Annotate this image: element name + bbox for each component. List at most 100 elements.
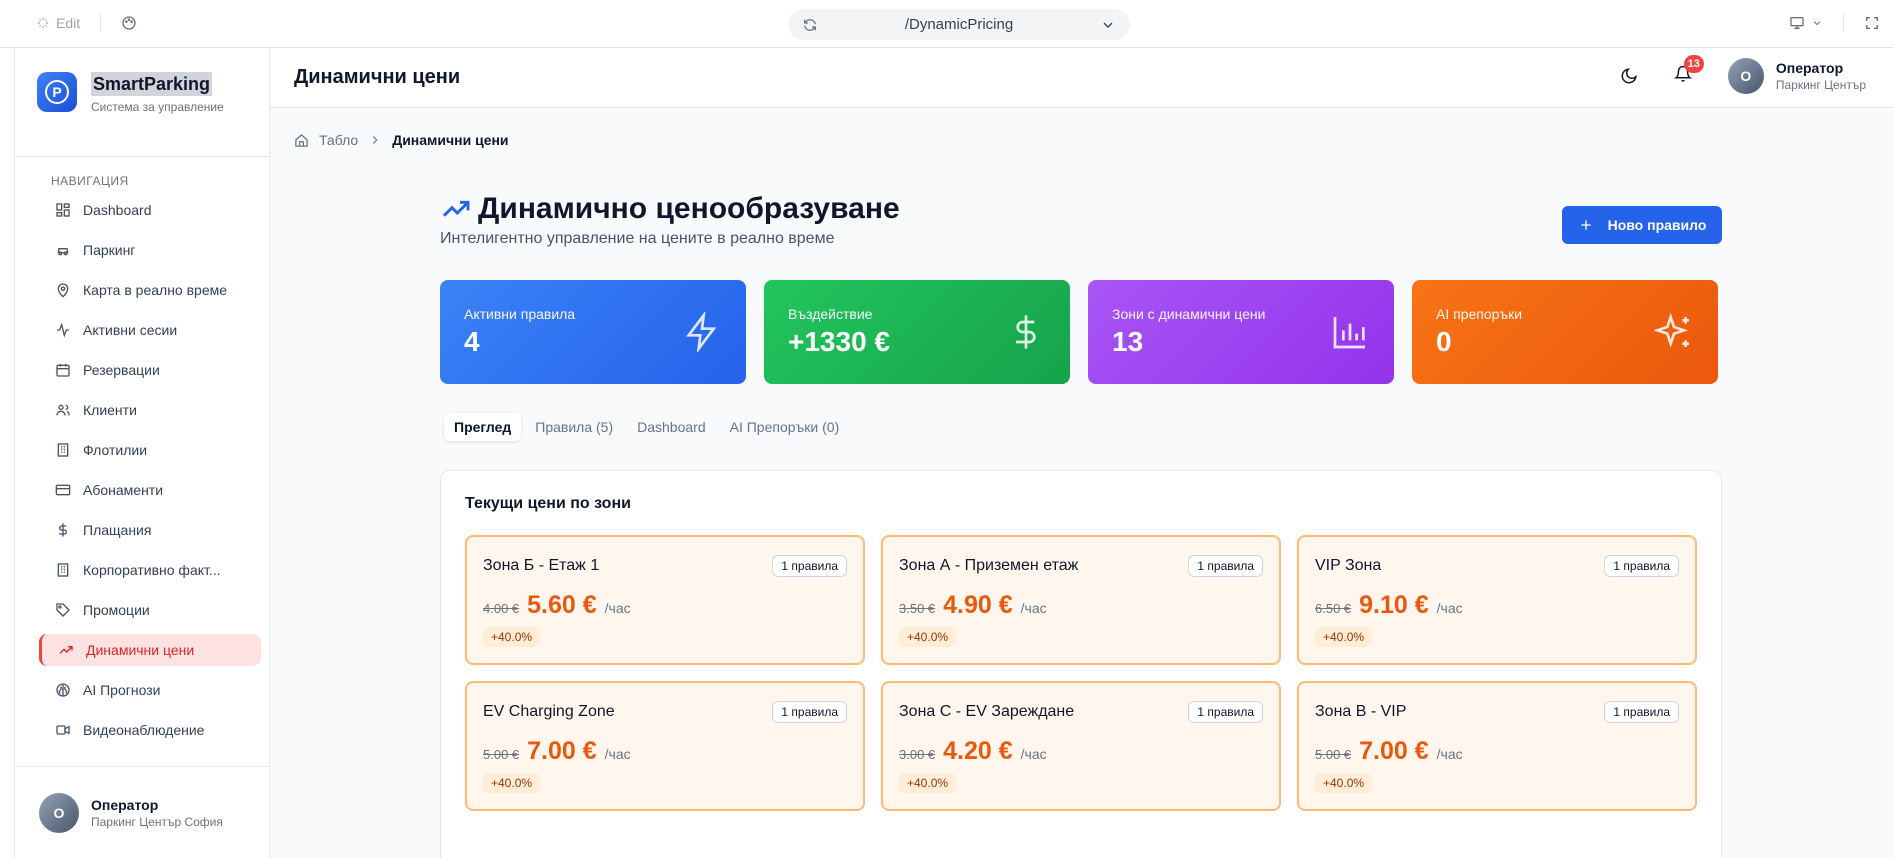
- stats-row: Активни правила 4 Въздействие +1330 € Зо…: [440, 280, 1718, 384]
- sidebar-item-label: Корпоративно факт...: [83, 562, 221, 578]
- header-user-text: Оператор Паркинг Център: [1776, 60, 1866, 92]
- trending-up-icon: [442, 200, 470, 217]
- sidebar-user-text: Оператор Паркинг Център София: [91, 797, 223, 829]
- header-actions: 13 О Оператор Паркинг Център: [1620, 54, 1866, 94]
- toolbar-right: [1789, 14, 1880, 32]
- brand[interactable]: P SmartParking Система за управление: [37, 72, 224, 114]
- zone-card[interactable]: Зона В - VIP 1 правила 5.00 € 7.00 € /ча…: [1297, 681, 1697, 811]
- zone-grid: Зона Б - Етаж 1 1 правила 4.00 € 5.60 € …: [465, 535, 1697, 811]
- old-price: 4.00 €: [483, 601, 520, 616]
- trending-up-icon: [59, 646, 73, 654]
- per-hour-label: /час: [604, 600, 631, 616]
- sidebar-item-dynamic-pricing[interactable]: Динамични цени: [39, 634, 261, 666]
- sidebar-item-video-surveillance[interactable]: Видеонаблюдение: [39, 714, 261, 746]
- sidebar-item-dashboard[interactable]: Dashboard: [39, 194, 261, 226]
- new-price: 5.60 €: [527, 591, 597, 619]
- per-hour-label: /час: [1436, 600, 1463, 616]
- zone-name: EV Charging Zone: [483, 703, 615, 720]
- price-change-badge: +40.0%: [1315, 773, 1373, 793]
- tab-ai-recommendations[interactable]: AI Препоръки (0): [720, 413, 850, 441]
- notifications-button[interactable]: 13: [1673, 54, 1704, 88]
- tab-rules[interactable]: Правила (5): [525, 413, 623, 441]
- sidebar-item-ai-forecasts[interactable]: AI Прогнози: [39, 674, 261, 706]
- breadcrumb-home-link[interactable]: Табло: [319, 132, 358, 148]
- new-price: 7.00 €: [527, 737, 597, 765]
- header-user-menu[interactable]: О Оператор Паркинг Център: [1727, 58, 1866, 94]
- rules-badge: 1 правила: [1188, 701, 1263, 723]
- edit-button[interactable]: Edit: [36, 15, 80, 31]
- sidebar-item-live-map[interactable]: Карта в реално време: [39, 274, 261, 306]
- sidebar-item-active-sessions[interactable]: Активни сесии: [39, 314, 261, 346]
- main-header: Динамични цени 13 О Оператор Паркинг Цен…: [270, 48, 1894, 108]
- zone-card[interactable]: EV Charging Zone 1 правила 5.00 € 7.00 €…: [465, 681, 865, 811]
- sidebar-item-clients[interactable]: Клиенти: [39, 394, 261, 426]
- sidebar-item-label: Видеонаблюдение: [83, 722, 205, 738]
- nav-list: Dashboard Паркинг Карта в реално време А…: [39, 194, 261, 754]
- toolbar-divider: [1843, 14, 1844, 32]
- parking-logo-icon: P: [37, 72, 77, 112]
- zone-name: Зона В - VIP: [1315, 703, 1407, 720]
- old-price: 3.00 €: [899, 747, 936, 762]
- zone-price: 5.00 € 7.00 € /час: [1315, 737, 1463, 766]
- sidebar-user[interactable]: О Оператор Паркинг Център София: [39, 793, 223, 833]
- notification-count-badge: 13: [1683, 54, 1704, 73]
- breadcrumb: Табло Динамични цени: [294, 132, 509, 148]
- chevron-down-icon[interactable]: [1100, 17, 1116, 33]
- moon-icon[interactable]: [1620, 67, 1638, 85]
- stat-card-active-rules: Активни правила 4: [440, 280, 746, 384]
- zone-card[interactable]: VIP Зона 1 правила 6.50 € 9.10 € /час +4…: [1297, 535, 1697, 665]
- user-name: Оператор: [91, 797, 159, 813]
- chevron-right-icon: [373, 136, 378, 144]
- sidebar-item-label: Динамични цени: [86, 642, 195, 658]
- rules-badge: 1 правила: [1604, 701, 1679, 723]
- sidebar-item-reservations[interactable]: Резервации: [39, 354, 261, 386]
- zone-name: Зона Б - Етаж 1: [483, 557, 600, 574]
- per-hour-label: /час: [1020, 746, 1047, 762]
- zone-card[interactable]: Зона А - Приземен етаж 1 правила 3.50 € …: [881, 535, 1281, 665]
- tag-icon: [56, 603, 70, 617]
- tab-dashboard[interactable]: Dashboard: [627, 413, 716, 441]
- per-hour-label: /час: [1020, 600, 1047, 616]
- url-bar[interactable]: /DynamicPricing: [788, 9, 1130, 40]
- main-content: Табло Динамични цени Динамично ценообраз…: [270, 108, 1894, 858]
- zone-card[interactable]: Зона Б - Етаж 1 1 правила 4.00 € 5.60 € …: [465, 535, 865, 665]
- sidebar: P SmartParking Система за управление НАВ…: [14, 48, 270, 858]
- zone-price: 3.50 € 4.90 € /час: [899, 591, 1047, 620]
- device-selector[interactable]: [1789, 15, 1823, 31]
- zone-card[interactable]: Зона C - EV Зареждане 1 правила 3.00 € 4…: [881, 681, 1281, 811]
- new-rule-label: Ново правило: [1607, 217, 1707, 233]
- activity-icon: [57, 322, 69, 338]
- sidebar-item-label: Паркинг: [83, 242, 136, 258]
- new-rule-button[interactable]: Ново правило: [1562, 206, 1722, 244]
- building-icon: [57, 443, 69, 457]
- new-price: 9.10 €: [1359, 591, 1429, 619]
- zone-price: 4.00 € 5.60 € /час: [483, 591, 631, 620]
- edit-label: Edit: [56, 15, 81, 31]
- new-price: 4.20 €: [943, 737, 1013, 765]
- brand-name: SmartParking: [91, 72, 213, 96]
- rules-badge: 1 правила: [772, 555, 847, 577]
- refresh-icon[interactable]: [802, 17, 818, 33]
- brand-subtitle: Система за управление: [91, 100, 224, 114]
- sidebar-item-promotions[interactable]: Промоции: [39, 594, 261, 626]
- sidebar-divider: [15, 156, 269, 157]
- sidebar-item-parking[interactable]: Паркинг: [39, 234, 261, 266]
- map-pin-icon: [57, 283, 69, 298]
- building-icon: [57, 563, 69, 577]
- zone-price: 3.00 € 4.20 € /час: [899, 737, 1047, 766]
- dollar-icon: [1016, 315, 1036, 349]
- sidebar-item-label: Dashboard: [83, 202, 152, 218]
- palette-icon[interactable]: [121, 15, 137, 31]
- brain-icon: [56, 683, 70, 697]
- sidebar-item-label: Резервации: [83, 362, 160, 378]
- fullscreen-icon[interactable]: [1864, 15, 1880, 31]
- tab-overview[interactable]: Преглед: [444, 413, 522, 441]
- sidebar-item-subscriptions[interactable]: Абонаменти: [39, 474, 261, 506]
- stat-card-impact: Въздействие +1330 €: [764, 280, 1070, 384]
- sidebar-item-fleets[interactable]: Флотилии: [39, 434, 261, 466]
- panel-title: Текущи цени по зони: [465, 495, 631, 512]
- user-name: Оператор: [1775, 60, 1844, 76]
- sidebar-item-corporate-billing[interactable]: Корпоративно факт...: [39, 554, 261, 586]
- sidebar-footer: О Оператор Паркинг Център София: [15, 766, 269, 858]
- sidebar-item-payments[interactable]: Плащания: [39, 514, 261, 546]
